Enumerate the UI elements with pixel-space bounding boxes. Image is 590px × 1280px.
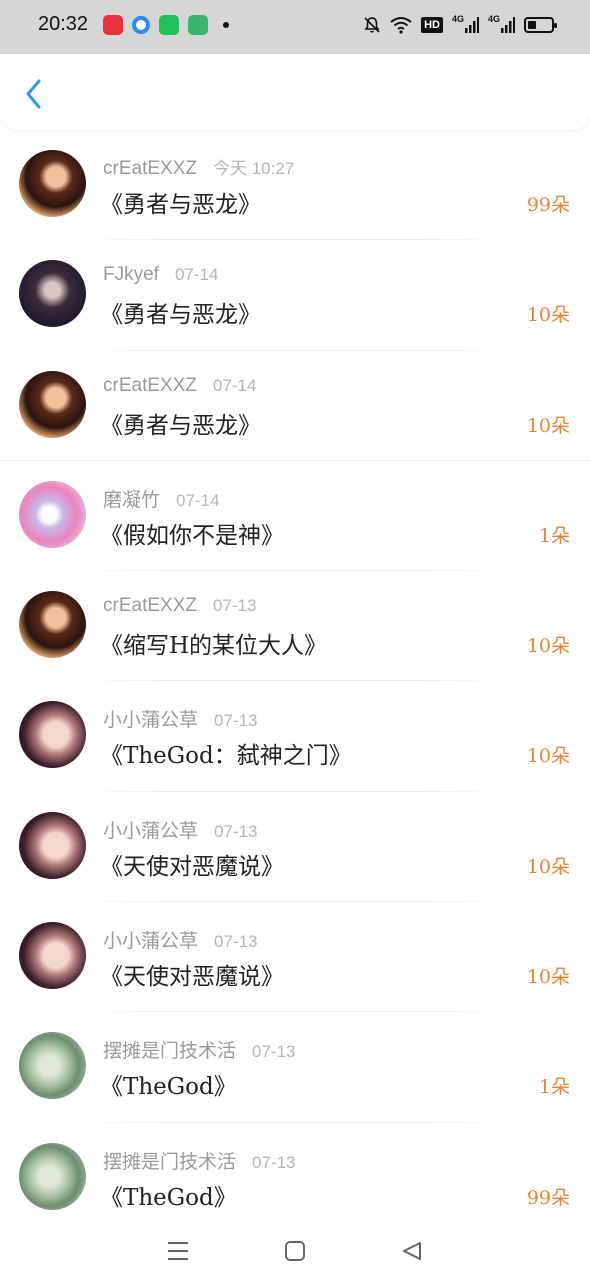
flower-count: 1朵 bbox=[538, 524, 570, 547]
gift-record-item[interactable]: 小小蒲公草 07-13 《天使对恶魔说》 10朵 bbox=[0, 902, 590, 1013]
username[interactable]: 小小蒲公草 bbox=[103, 926, 198, 953]
username[interactable]: FJkyef bbox=[103, 264, 159, 286]
gift-record-item[interactable]: crEatEXXZ 今天 10:27 《勇者与恶龙》 99朵 bbox=[0, 130, 590, 241]
book-title[interactable]: 《缩写H的某位大人》 bbox=[100, 626, 327, 660]
gift-record-item[interactable]: crEatEXXZ 07-13 《缩写H的某位大人》 10朵 bbox=[0, 571, 590, 682]
username[interactable]: 磨凝竹 bbox=[103, 485, 160, 512]
timestamp: 07-13 bbox=[252, 1042, 296, 1062]
avatar[interactable] bbox=[19, 811, 86, 879]
battery-icon bbox=[524, 17, 557, 33]
book-title[interactable]: 《勇者与恶龙》 bbox=[100, 406, 261, 440]
status-time: 20:32 bbox=[38, 13, 89, 35]
timestamp: 07-13 bbox=[252, 1152, 296, 1172]
book-title[interactable]: 《假如你不是神》 bbox=[100, 516, 284, 550]
avatar[interactable] bbox=[19, 701, 86, 769]
record-meta: 摆摊是门技术活 07-13 bbox=[103, 1036, 296, 1063]
signal-icon-2: 4G bbox=[488, 14, 515, 36]
triangle-back-icon bbox=[402, 1242, 421, 1260]
username[interactable]: 摆摊是门技术活 bbox=[103, 1036, 236, 1063]
avatar[interactable] bbox=[19, 1142, 86, 1210]
browser-icon bbox=[132, 16, 150, 34]
status-bar: 20:32 HD 4G 4G bbox=[0, 0, 590, 54]
gift-record-item[interactable]: 摆摊是门技术活 07-13 《TheGod》 99朵 bbox=[0, 1123, 590, 1233]
gift-record-item[interactable]: 小小蒲公草 07-13 《天使对恶魔说》 10朵 bbox=[0, 792, 590, 903]
notification-icons bbox=[103, 15, 229, 35]
timestamp: 07-14 bbox=[176, 490, 220, 510]
avatar[interactable] bbox=[19, 480, 86, 548]
record-meta: 小小蒲公草 07-13 bbox=[103, 816, 258, 843]
square-icon bbox=[284, 1241, 305, 1261]
avatar[interactable] bbox=[19, 150, 86, 217]
top-header bbox=[0, 54, 590, 130]
timestamp: 07-14 bbox=[212, 375, 257, 395]
signal-label-2: 4G bbox=[487, 14, 500, 24]
gift-record-item[interactable]: crEatEXXZ 07-14 《勇者与恶龙》 10朵 bbox=[0, 351, 590, 461]
record-meta: 磨凝竹 07-14 bbox=[103, 485, 220, 512]
weibo-icon bbox=[103, 15, 123, 35]
hd-icon: HD bbox=[421, 17, 443, 33]
gift-record-item[interactable]: 小小蒲公草 07-13 《TheGod：弑神之门》 10朵 bbox=[0, 681, 590, 792]
calendar-icon bbox=[188, 15, 208, 35]
book-title[interactable]: 《天使对恶魔说》 bbox=[100, 847, 284, 881]
chat-icon bbox=[159, 15, 179, 35]
username[interactable]: crEatEXXZ bbox=[103, 158, 197, 180]
book-title[interactable]: 《勇者与恶龙》 bbox=[100, 295, 261, 329]
flower-count: 10朵 bbox=[526, 304, 570, 327]
wifi-icon bbox=[390, 14, 412, 36]
avatar[interactable] bbox=[19, 370, 86, 438]
signal-label: 4G bbox=[451, 14, 464, 24]
avatar[interactable] bbox=[19, 1032, 86, 1100]
username[interactable]: crEatEXXZ bbox=[103, 595, 197, 617]
record-meta: 小小蒲公草 07-13 bbox=[103, 926, 258, 953]
signal-icon: 4G bbox=[452, 14, 479, 36]
system-nav-bar bbox=[0, 1222, 590, 1280]
book-title[interactable]: 《勇者与恶龙》 bbox=[100, 185, 261, 219]
avatar[interactable] bbox=[19, 591, 86, 659]
avatar[interactable] bbox=[19, 260, 86, 328]
record-meta: crEatEXXZ 07-14 bbox=[103, 375, 256, 397]
gift-record-item[interactable]: FJkyef 07-14 《勇者与恶龙》 10朵 bbox=[0, 240, 590, 351]
record-meta: crEatEXXZ 今天 10:27 bbox=[103, 154, 294, 180]
timestamp: 07-13 bbox=[214, 821, 258, 841]
record-meta: 摆摊是门技术活 07-13 bbox=[103, 1147, 296, 1174]
username[interactable]: crEatEXXZ bbox=[103, 375, 197, 397]
home-button[interactable] bbox=[281, 1237, 309, 1265]
menu-icon bbox=[168, 1242, 189, 1260]
flower-count: 10朵 bbox=[526, 635, 570, 658]
mute-bell-icon bbox=[363, 14, 381, 36]
book-title[interactable]: 《TheGod：弑神之门》 bbox=[100, 736, 352, 770]
avatar[interactable] bbox=[19, 922, 86, 990]
book-title[interactable]: 《TheGod》 bbox=[100, 1067, 237, 1101]
timestamp: 今天 10:27 bbox=[212, 159, 295, 178]
record-meta: 小小蒲公草 07-13 bbox=[103, 705, 258, 732]
timestamp: 07-13 bbox=[212, 596, 257, 616]
gift-record-list: crEatEXXZ 今天 10:27 《勇者与恶龙》 99朵 FJkyef 07-14 《勇… bbox=[0, 130, 590, 1233]
menu-button[interactable] bbox=[164, 1237, 192, 1265]
book-title[interactable]: 《天使对恶魔说》 bbox=[100, 957, 284, 991]
gift-record-item[interactable]: 磨凝竹 07-14 《假如你不是神》 1朵 bbox=[0, 461, 590, 572]
gift-record-item[interactable]: 摆摊是门技术活 07-13 《TheGod》 1朵 bbox=[0, 1012, 590, 1123]
more-dot-icon bbox=[223, 22, 229, 28]
username[interactable]: 小小蒲公草 bbox=[103, 705, 198, 732]
timestamp: 07-14 bbox=[174, 265, 219, 285]
back-button[interactable] bbox=[18, 76, 50, 112]
system-icons: HD 4G 4G bbox=[363, 14, 557, 36]
book-title[interactable]: 《TheGod》 bbox=[100, 1178, 237, 1212]
flower-count: 10朵 bbox=[526, 855, 570, 878]
timestamp: 07-13 bbox=[214, 711, 258, 731]
back-nav-button[interactable] bbox=[398, 1237, 426, 1265]
flower-count: 99朵 bbox=[526, 1186, 570, 1209]
battery-fill bbox=[528, 21, 536, 29]
username[interactable]: 小小蒲公草 bbox=[103, 816, 198, 843]
flower-count: 1朵 bbox=[538, 1076, 570, 1099]
record-meta: crEatEXXZ 07-13 bbox=[103, 595, 256, 617]
username[interactable]: 摆摊是门技术活 bbox=[103, 1147, 236, 1174]
record-meta: FJkyef 07-14 bbox=[103, 264, 218, 286]
flower-count: 10朵 bbox=[526, 966, 570, 989]
flower-count: 10朵 bbox=[526, 745, 570, 768]
chevron-left-icon bbox=[26, 79, 41, 109]
flower-count: 99朵 bbox=[526, 194, 570, 216]
timestamp: 07-13 bbox=[214, 932, 258, 952]
flower-count: 10朵 bbox=[526, 414, 570, 437]
